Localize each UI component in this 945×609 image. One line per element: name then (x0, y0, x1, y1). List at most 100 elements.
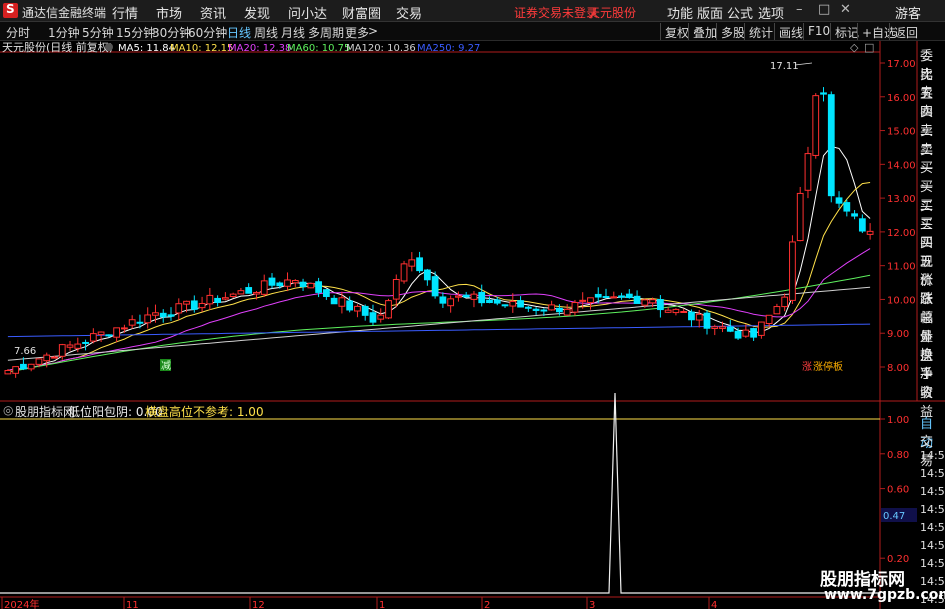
period-weekly[interactable]: 周线 (254, 24, 278, 41)
indicator-settings-icon[interactable]: ◎ (3, 403, 13, 417)
login-notice[interactable]: 证券交易未登录 (514, 4, 598, 21)
low-price-label: 7.66 (14, 346, 36, 357)
candle-body (66, 344, 74, 348)
candle-body (377, 314, 385, 320)
settings-dot-icon[interactable] (105, 43, 113, 51)
candle-body (392, 278, 400, 300)
candle-body (58, 344, 66, 357)
candle-body (82, 341, 89, 344)
y-tick-label: 11.00 (887, 262, 916, 273)
chevron-right-icon[interactable]: > (368, 24, 378, 38)
menu-discover[interactable]: 发现 (244, 3, 270, 22)
candle-body (695, 313, 703, 321)
candle-body (524, 306, 532, 309)
candle-body (423, 269, 431, 281)
main-y-axis: 17.00 16.00 15.00 14.00 13.00 12.00 11.00 10.00… (880, 59, 916, 374)
menu-options[interactable]: 选项 (758, 3, 784, 22)
candle-body (579, 299, 587, 302)
indicator-spike-line (0, 392, 880, 594)
maximize-panel-icon[interactable]: □ (864, 41, 874, 54)
period-monthly[interactable]: 月线 (281, 24, 305, 41)
menu-market[interactable]: 市场 (156, 3, 182, 22)
candle-body (804, 153, 812, 191)
period-30min[interactable]: 30分钟 (152, 24, 191, 41)
candle-body (253, 292, 260, 295)
candle-body (664, 309, 672, 313)
menu-formula[interactable]: 公式 (727, 3, 753, 22)
candle-body (431, 276, 439, 297)
y-tick-label: 12.00 (887, 228, 916, 239)
back-button[interactable]: 返回 (889, 23, 922, 40)
candle-body (835, 197, 843, 204)
diamond-icon[interactable]: ◇ (850, 41, 859, 54)
candle-body (136, 321, 144, 324)
period-5min[interactable]: 5分钟 (82, 24, 114, 41)
candle-body (532, 308, 540, 311)
period-60min[interactable]: 60分钟 (188, 24, 227, 41)
statistics-button[interactable]: 统计 (744, 23, 777, 40)
candle-body (470, 293, 478, 300)
candle-body (245, 287, 253, 294)
candle-body (625, 293, 633, 299)
candle-body (447, 298, 455, 307)
order-book-panel: 委比 卖五 卖四 卖三 卖二 卖一 买一 买二 买三 买四 买五 现价 涨跌 涨幅 总量 外盘 换手 净资 收益 (918, 41, 945, 420)
candle-body (51, 356, 58, 359)
candle-body (214, 297, 222, 303)
period-15min[interactable]: 15分钟 (116, 24, 155, 41)
candle-body (540, 309, 548, 312)
menu-quotes[interactable]: 行情 (112, 3, 138, 22)
period-minute-chart[interactable]: 分时 (6, 24, 30, 41)
candle-body (307, 282, 315, 289)
candle-body (416, 257, 423, 272)
candle-body (175, 303, 183, 314)
x-tick-label: 4 (711, 600, 717, 609)
candle-body (501, 304, 509, 307)
menu-news[interactable]: 资讯 (200, 3, 226, 22)
candle-body (299, 281, 307, 288)
guest-label[interactable]: 游客 (895, 3, 921, 22)
candle-body (602, 296, 610, 299)
limit-up-tag-label: 涨停板 (813, 360, 843, 373)
ma-legend-item: MA5: 11.84 (118, 43, 175, 54)
x-axis: 2024年 11 12 1 2 3 4 (1, 597, 717, 609)
period-multi[interactable]: 多周期 (308, 24, 344, 41)
close-icon[interactable]: ✕ (840, 2, 851, 17)
indicator-name[interactable]: 股朋指标网 (15, 403, 75, 420)
stock-chart[interactable]: 天元股份(日线 前复权) MA5: 11.84MA10: 12.15MA20: … (0, 41, 945, 609)
minimize-icon[interactable]: – (796, 2, 803, 17)
menu-function[interactable]: 功能 (667, 3, 693, 22)
candle-body (330, 297, 338, 305)
candle-body (455, 295, 462, 298)
period-daily[interactable]: 日线 (227, 24, 251, 41)
candle-body (703, 312, 711, 329)
candle-body (556, 307, 563, 313)
indicator-y-axis: 1.00 0.80 0.60 0.20 (880, 415, 909, 565)
menu-trade[interactable]: 交易 (396, 3, 422, 22)
menu-wealth[interactable]: 财富圈 (342, 3, 381, 22)
candle-body (657, 298, 664, 311)
menu-ask[interactable]: 问小达 (288, 3, 327, 22)
ma-legend-item: MA20: 12.38 (228, 43, 291, 54)
x-tick-label: 2 (484, 600, 490, 609)
candle-body (672, 308, 680, 314)
candle-body (781, 296, 789, 308)
candle-body (237, 290, 245, 295)
candle-body (322, 289, 330, 297)
period-1min[interactable]: 1分钟 (48, 24, 80, 41)
candle-body (128, 319, 136, 326)
maximize-icon[interactable]: □ (818, 2, 830, 17)
candle-body (509, 300, 517, 307)
trade-time-label: 14:5 (920, 539, 945, 552)
candle-body (144, 314, 152, 324)
x-tick-label: 11 (126, 600, 139, 609)
candle-body (478, 291, 486, 304)
y-tick-label: 8.00 (887, 363, 909, 374)
period-more[interactable]: 更多 (345, 24, 369, 41)
candle-body (618, 295, 625, 298)
y-tick-label: 9.00 (887, 329, 909, 340)
menu-layout[interactable]: 版面 (697, 3, 723, 22)
candle-body (121, 327, 128, 330)
candle-body (27, 363, 35, 370)
candle-body (843, 202, 851, 212)
candle-body (159, 312, 167, 318)
